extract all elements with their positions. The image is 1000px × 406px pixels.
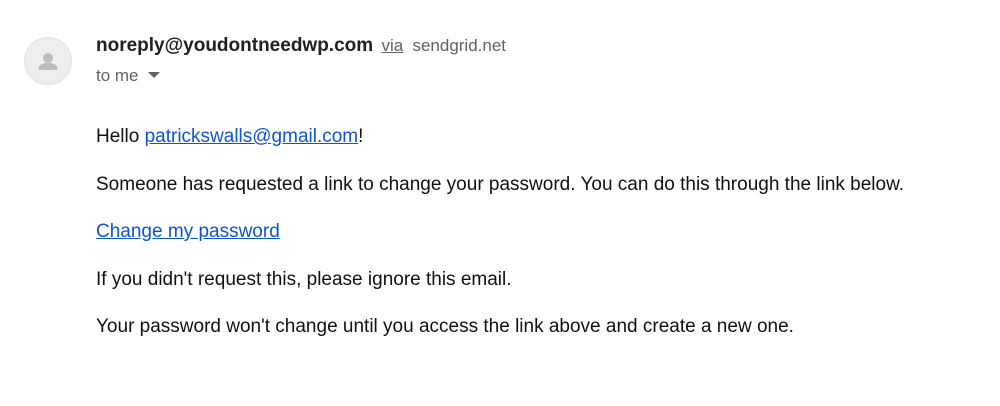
greeting-suffix: ! — [358, 126, 364, 147]
recipient-details-toggle[interactable]: to me — [96, 64, 160, 88]
via-link[interactable]: via — [381, 36, 403, 55]
change-password-link[interactable]: Change my password — [96, 221, 280, 242]
sender-avatar[interactable] — [24, 37, 72, 85]
recipient-label: to me — [96, 66, 139, 85]
person-icon — [38, 53, 58, 70]
sender-email[interactable]: noreply@youdontneedwp.com — [96, 35, 373, 56]
request-notice: Someone has requested a link to change y… — [96, 174, 905, 195]
change-password-line: Change my password — [96, 220, 986, 244]
ignore-notice: If you didn't request this, please ignor… — [96, 269, 512, 290]
greeting-prefix: Hello — [96, 126, 145, 147]
caret-down-icon[interactable] — [147, 71, 160, 78]
recipient-email-link[interactable]: patrickswalls@gmail.com — [145, 126, 359, 147]
unchanged-notice: Your password won't change until you acc… — [96, 316, 794, 337]
sender-line: noreply@youdontneedwp.com via sendgrid.n… — [96, 34, 506, 58]
greeting-line: Hello patrickswalls@gmail.com! — [96, 125, 986, 149]
via-domain: sendgrid.net — [412, 36, 507, 55]
